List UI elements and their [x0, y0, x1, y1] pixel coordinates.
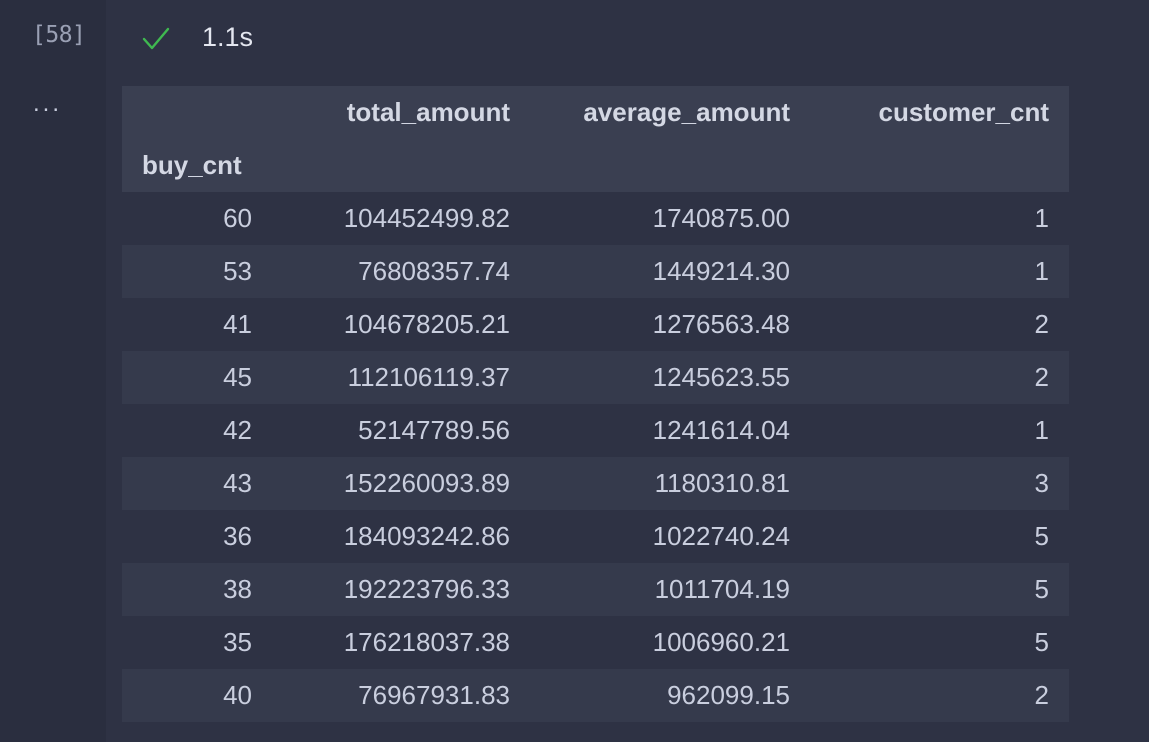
average-amount-cell: 1241614.04	[530, 404, 810, 457]
output-more-icon[interactable]: ...	[33, 90, 62, 118]
row-index-cell: 43	[122, 457, 272, 510]
table-body: 60 104452499.82 1740875.00 1 53 76808357.74 14…	[122, 192, 1069, 722]
check-icon	[142, 27, 170, 50]
customer-cnt-cell: 3	[810, 457, 1069, 510]
average-amount-cell: 1006960.21	[530, 616, 810, 669]
notebook-page: [58] 1.1s ... total_amount average_amoun…	[0, 0, 1149, 742]
execution-duration: 1.1s	[202, 22, 254, 52]
row-index-cell: 42	[122, 404, 272, 457]
total-amount-cell: 104452499.82	[272, 192, 530, 245]
customer-cnt-cell: 2	[810, 669, 1069, 722]
customer-cnt-cell: 1	[810, 245, 1069, 298]
table-row: 45 112106119.37 1245623.55 2	[122, 351, 1069, 404]
index-header-blank	[530, 139, 810, 192]
total-amount-cell: 184093242.86	[272, 510, 530, 563]
customer-cnt-cell: 1	[810, 404, 1069, 457]
dataframe-output: total_amount average_amount customer_cnt…	[122, 86, 1069, 722]
total-amount-cell: 152260093.89	[272, 457, 530, 510]
index-header-row: buy_cnt	[122, 139, 1069, 192]
average-amount-cell: 1449214.30	[530, 245, 810, 298]
table-row: 40 76967931.83 962099.15 2	[122, 669, 1069, 722]
total-amount-cell: 52147789.56	[272, 404, 530, 457]
average-amount-cell: 1245623.55	[530, 351, 810, 404]
total-amount-cell: 76808357.74	[272, 245, 530, 298]
execution-count: [58]	[32, 22, 86, 48]
average-amount-cell: 1740875.00	[530, 192, 810, 245]
row-index-cell: 35	[122, 616, 272, 669]
row-index-cell: 53	[122, 245, 272, 298]
table-row: 42 52147789.56 1241614.04 1	[122, 404, 1069, 457]
column-header-average-amount: average_amount	[530, 86, 810, 139]
column-header-customer-cnt: customer_cnt	[810, 86, 1069, 139]
customer-cnt-cell: 2	[810, 298, 1069, 351]
table-row: 43 152260093.89 1180310.81 3	[122, 457, 1069, 510]
row-index-cell: 36	[122, 510, 272, 563]
average-amount-cell: 1180310.81	[530, 457, 810, 510]
column-header-total-amount: total_amount	[272, 86, 530, 139]
row-index-cell: 41	[122, 298, 272, 351]
index-name: buy_cnt	[122, 139, 272, 192]
table-row: 38 192223796.33 1011704.19 5	[122, 563, 1069, 616]
row-index-cell: 60	[122, 192, 272, 245]
table-row: 36 184093242.86 1022740.24 5	[122, 510, 1069, 563]
row-index-cell: 38	[122, 563, 272, 616]
average-amount-cell: 1011704.19	[530, 563, 810, 616]
total-amount-cell: 76967931.83	[272, 669, 530, 722]
customer-cnt-cell: 5	[810, 616, 1069, 669]
column-header-blank	[122, 86, 272, 139]
customer-cnt-cell: 5	[810, 563, 1069, 616]
table-row: 41 104678205.21 1276563.48 2	[122, 298, 1069, 351]
row-index-cell: 45	[122, 351, 272, 404]
average-amount-cell: 962099.15	[530, 669, 810, 722]
average-amount-cell: 1276563.48	[530, 298, 810, 351]
row-index-cell: 40	[122, 669, 272, 722]
customer-cnt-cell: 1	[810, 192, 1069, 245]
total-amount-cell: 192223796.33	[272, 563, 530, 616]
total-amount-cell: 104678205.21	[272, 298, 530, 351]
table-row: 35 176218037.38 1006960.21 5	[122, 616, 1069, 669]
column-header-row: total_amount average_amount customer_cnt	[122, 86, 1069, 139]
dataframe-table: total_amount average_amount customer_cnt…	[122, 86, 1069, 722]
total-amount-cell: 112106119.37	[272, 351, 530, 404]
average-amount-cell: 1022740.24	[530, 510, 810, 563]
index-header-blank	[810, 139, 1069, 192]
total-amount-cell: 176218037.38	[272, 616, 530, 669]
customer-cnt-cell: 2	[810, 351, 1069, 404]
customer-cnt-cell: 5	[810, 510, 1069, 563]
table-row: 60 104452499.82 1740875.00 1	[122, 192, 1069, 245]
table-row: 53 76808357.74 1449214.30 1	[122, 245, 1069, 298]
index-header-blank	[272, 139, 530, 192]
